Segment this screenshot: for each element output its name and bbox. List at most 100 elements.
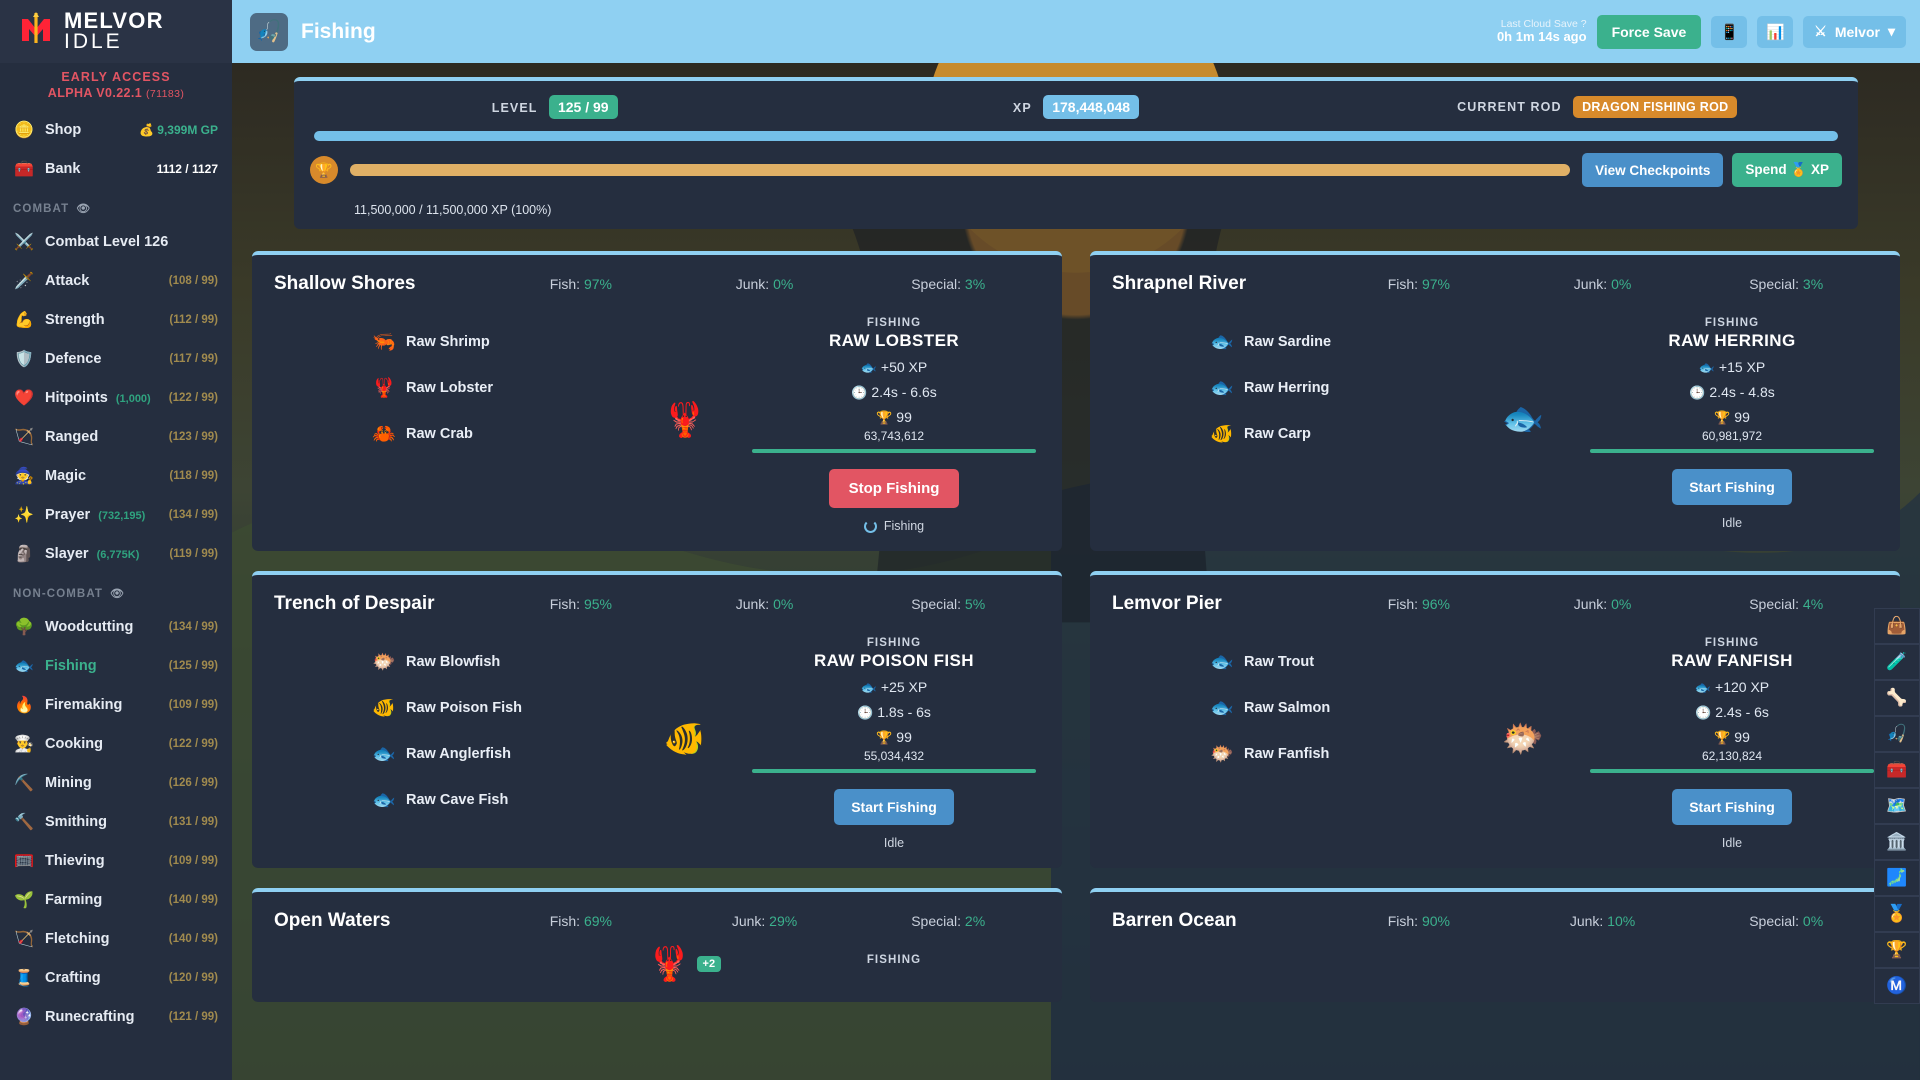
list-item[interactable]: 🦀 Raw Crab: [262, 411, 633, 457]
phone-icon[interactable]: 📱: [1711, 15, 1748, 48]
sidebar-item-magic[interactable]: 🧙 Magic (118 / 99): [0, 456, 232, 495]
mastery-icon: 🏅: [1790, 162, 1808, 177]
start-fishing-button[interactable]: Start Fishing: [1672, 469, 1792, 505]
sidebar-item-hitpoints[interactable]: ❤️ Hitpoints (1,000) (122 / 99): [0, 378, 232, 417]
sidebar-item-level: (131 / 99): [168, 815, 218, 828]
anvil-icon[interactable]: 🧰: [1874, 752, 1920, 788]
stop-fishing-button[interactable]: Stop Fishing: [828, 469, 960, 508]
special-chance: Special: 2%: [911, 913, 986, 929]
build-number-label: (71183): [146, 88, 185, 100]
action-kicker: FISHING: [866, 317, 922, 329]
mastery-progress-bar: [751, 449, 1036, 453]
raw-carp-icon: 🐠: [1210, 424, 1234, 445]
sidebar-item-firemaking[interactable]: 🔥 Firemaking (109 / 99): [0, 685, 232, 724]
chef-hat-icon: 👨‍🍳: [14, 735, 34, 753]
action-name: RAW FANFISH: [1671, 651, 1793, 670]
bow-icon: 🏹: [14, 428, 34, 446]
eye-icon[interactable]: 👁: [76, 202, 91, 215]
version-box: EARLY ACCESS ALPHA V0.22.1 (71183): [0, 63, 232, 110]
sidebar-item-level: (122 / 99): [168, 737, 218, 750]
list-item[interactable]: 🦐 Raw Shrimp: [262, 319, 633, 365]
sidebar-item-level: (126 / 99): [168, 776, 218, 789]
action-name: RAW HERRING: [1668, 331, 1796, 350]
sidebar-item-cooking[interactable]: 👨‍🍳 Cooking (122 / 99): [0, 724, 232, 763]
sidebar-item-thieving[interactable]: 🥅 Thieving (109 / 99): [0, 841, 232, 880]
pillar-icon[interactable]: 🏛️: [1874, 824, 1920, 860]
sidebar-item-mining[interactable]: ⛏️ Mining (126 / 99): [0, 763, 232, 802]
runecrafting-icon: 🔮: [14, 1008, 34, 1026]
map-icon[interactable]: 🗾: [1874, 860, 1920, 896]
sidebar-item-woodcutting[interactable]: 🌳 Woodcutting (134 / 99): [0, 607, 232, 646]
cloud-save-time: 0h 1m 14s ago: [1496, 29, 1587, 45]
start-fishing-button[interactable]: Start Fishing: [1672, 789, 1792, 825]
bone-icon[interactable]: 🦴: [1874, 680, 1920, 716]
fish-name: Raw Anglerfish: [406, 746, 512, 762]
mastery-progress-bar: [1589, 449, 1874, 453]
sidebar-item-prayer[interactable]: ✨ Prayer (732,195) (134 / 99): [0, 495, 232, 534]
scroll-container[interactable]: LEVEL 125 / 99 XP 178,448,048 CURRENT RO…: [232, 63, 1920, 1080]
sidebar-item-bank[interactable]: 🧰 Bank 1112 / 1127: [0, 149, 232, 188]
list-item[interactable]: 🐟 Raw Cave Fish: [262, 777, 633, 823]
sidebar-item-slayer[interactable]: 🗿 Slayer (6,775K) (119 / 99): [0, 534, 232, 573]
potion-icon[interactable]: 🧪: [1874, 644, 1920, 680]
start-fishing-button[interactable]: Start Fishing: [834, 789, 954, 825]
sidebar-item-strength[interactable]: 💪 Strength (112 / 99): [0, 300, 232, 339]
sidebar-item-fletching[interactable]: 🏹 Fletching (140 / 99): [0, 919, 232, 958]
list-item[interactable]: 🐟 Raw Anglerfish: [262, 731, 633, 777]
list-item[interactable]: 🐠 Raw Poison Fish: [262, 685, 633, 731]
sidebar-item-combat-level-126[interactable]: ⚔️ Combat Level 126: [0, 222, 232, 261]
sidebar-item-shop[interactable]: 🪙 Shop 💰 9,399M GP: [0, 110, 232, 149]
bar-chart-icon[interactable]: 📊: [1757, 15, 1794, 48]
herring-art-icon: 🐟: [1501, 399, 1544, 438]
list-item[interactable]: 🐟 Raw Herring: [1100, 365, 1471, 411]
sidebar-item-attack[interactable]: 🗡️ Attack (108 / 99): [0, 261, 232, 300]
list-item[interactable]: 🦞 Raw Lobster: [262, 365, 633, 411]
spend-mastery-xp-button[interactable]: Spend 🏅 XP: [1732, 153, 1842, 187]
sidebar-item-runecrafting[interactable]: 🔮 Runecrafting (121 / 99): [0, 997, 232, 1036]
trophy-icon[interactable]: 🏆: [1874, 932, 1920, 968]
force-save-button[interactable]: Force Save: [1596, 14, 1702, 49]
sidebar-group-combat[interactable]: COMBAT 👁: [0, 188, 232, 222]
area-name: Barren Ocean: [1112, 910, 1237, 931]
sidebar-item-label: Defence: [45, 350, 102, 367]
fish-name: Raw Poison Fish: [406, 700, 523, 716]
sidebar-item-label: Magic: [45, 467, 87, 484]
medal-icon[interactable]: 🏅: [1874, 896, 1920, 932]
eye-icon[interactable]: 👁: [110, 587, 125, 600]
list-item[interactable]: 🐟 Raw Sardine: [1100, 319, 1471, 365]
sidebar-group-noncombat[interactable]: NON-COMBAT 👁: [0, 573, 232, 607]
sidebar-item-fishing[interactable]: 🐟 Fishing (125 / 99): [0, 646, 232, 685]
fish-name: Raw Cave Fish: [406, 792, 509, 808]
action-pane: FISHING RAW HERRING 🐟 +15 XP 🕒 2.4s - 4.8s…: [1574, 307, 1890, 530]
list-item[interactable]: 🐡 Raw Blowfish: [262, 639, 633, 685]
fish-name: Raw Shrimp: [406, 334, 490, 350]
sidebar-item-crafting[interactable]: 🧵 Crafting (120 / 99): [0, 958, 232, 997]
sidebar-item-label: Strength: [45, 311, 105, 328]
fishing-area-grid: Shallow Shores Fish: 97% Junk: 0% Specia…: [252, 251, 1900, 1002]
sidebar-item-farming[interactable]: 🌱 Farming (140 / 99): [0, 880, 232, 919]
coin-icon: 🪙: [14, 121, 34, 139]
list-item[interactable]: 🐟 Raw Salmon: [1100, 685, 1471, 731]
user-menu-button[interactable]: ⚔ Melvor ▾: [1803, 15, 1906, 48]
action-pane: FISHING RAW POISON FISH 🐟 +25 XP 🕒 1.8s - …: [736, 627, 1052, 850]
crossed-swords-icon: ⚔: [1814, 23, 1827, 39]
fishing-rod-icon[interactable]: 🎣: [1874, 716, 1920, 752]
sidebar-item-ranged[interactable]: 🏹 Ranged (123 / 99): [0, 417, 232, 456]
fish-xp-icon: 🐟: [860, 680, 877, 695]
list-item[interactable]: 🐠 Raw Carp: [1100, 411, 1471, 457]
list-item[interactable]: 🐡 Raw Fanfish: [1100, 731, 1471, 777]
sidebar-item-defence[interactable]: 🛡️ Defence (117 / 99): [0, 339, 232, 378]
sidebar-item-sub: (6,775K): [96, 548, 140, 561]
sidebar-group-label: NON-COMBAT: [13, 587, 103, 600]
special-count-badge: +2: [696, 956, 722, 972]
sidebar-item-smithing[interactable]: 🔨 Smithing (131 / 99): [0, 802, 232, 841]
sidebar-item-label: Smithing: [45, 813, 108, 830]
fishing-area-card: Shallow Shores Fish: 97% Junk: 0% Specia…: [252, 251, 1062, 551]
scroll-icon[interactable]: 🗺️: [1874, 788, 1920, 824]
list-item[interactable]: 🐟 Raw Trout: [1100, 639, 1471, 685]
rod-value: DRAGON FISHING ROD: [1573, 96, 1738, 118]
bag-icon[interactable]: 👜: [1874, 608, 1920, 644]
melvor-logo-icon[interactable]: Ⓜ️: [1874, 968, 1920, 1004]
view-checkpoints-button[interactable]: View Checkpoints: [1582, 153, 1724, 187]
brand-logo-area[interactable]: MELVOR IDLE: [0, 0, 232, 63]
